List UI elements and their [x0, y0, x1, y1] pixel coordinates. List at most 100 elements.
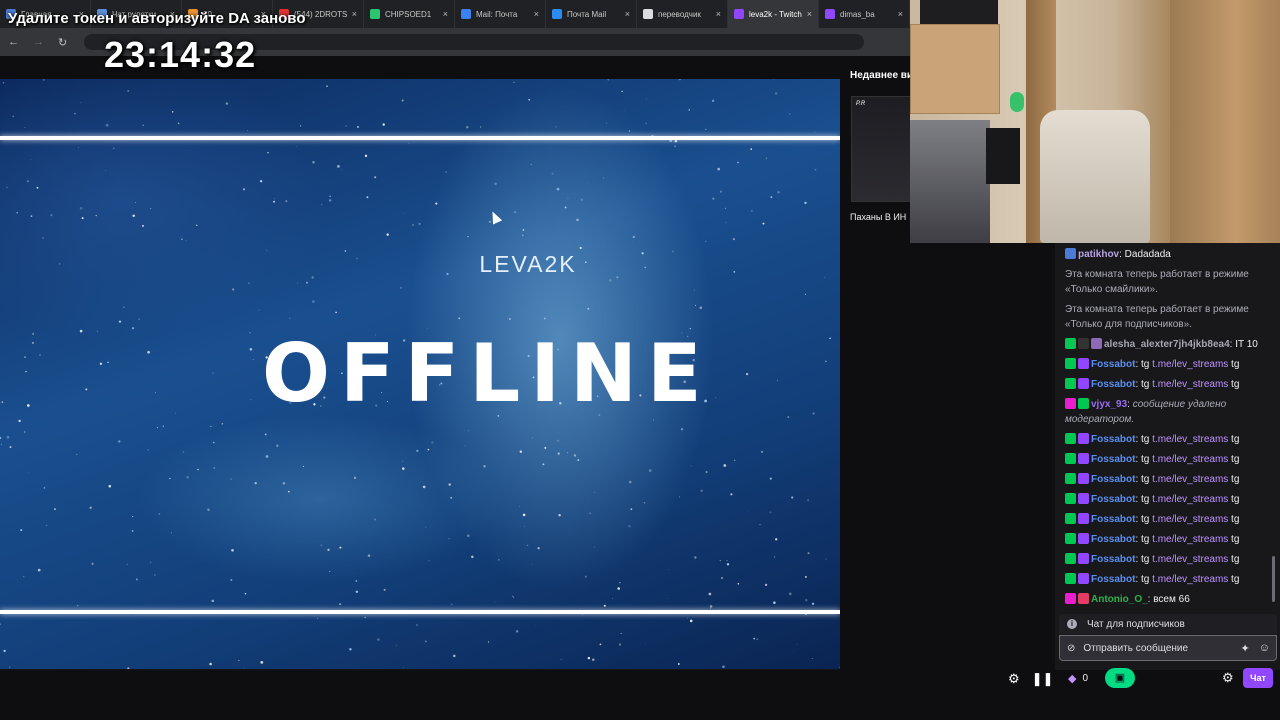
chat-username[interactable]: Fossabot — [1091, 514, 1135, 525]
tab-close-icon[interactable]: × — [352, 9, 357, 19]
chat-username[interactable]: Fossabot — [1091, 574, 1135, 585]
tab-title: CHIPSOED1 — [385, 9, 432, 19]
star — [645, 122, 647, 125]
chat-link[interactable]: t.me/lev_streams — [1152, 379, 1228, 390]
star — [712, 197, 715, 200]
star — [244, 592, 247, 595]
star — [530, 163, 532, 166]
chat-username[interactable]: Fossabot — [1091, 554, 1135, 565]
green-lamp — [1010, 92, 1024, 112]
tab-close-icon[interactable]: × — [443, 9, 448, 19]
star — [705, 240, 707, 242]
chat-badge-icon — [1078, 593, 1089, 604]
browser-tab[interactable]: Mail: Почта × — [455, 0, 546, 28]
tab-close-icon[interactable]: × — [807, 9, 812, 19]
chat-username[interactable]: patikhov — [1078, 249, 1119, 260]
chat-username[interactable]: Antonio_O_ — [1091, 594, 1148, 605]
subscriber-only-label: Чат для подписчиков — [1087, 618, 1185, 630]
star — [645, 98, 647, 100]
chat-badge-icon — [1078, 513, 1089, 524]
tab-close-icon[interactable]: × — [898, 9, 903, 19]
star — [383, 588, 386, 591]
star — [339, 603, 342, 606]
chat-link[interactable]: t.me/lev_streams — [1152, 359, 1228, 370]
tab-title: Mail: Почта — [476, 9, 518, 19]
chat-username[interactable]: Fossabot — [1091, 454, 1135, 465]
star — [296, 282, 299, 284]
star — [717, 167, 721, 171]
offline-player[interactable]: LEVA2K OFFLINE — [0, 79, 840, 671]
star — [131, 327, 135, 330]
chat-settings-icon[interactable]: ⚙ — [1222, 670, 1234, 686]
chat-username[interactable]: Fossabot — [1091, 494, 1135, 505]
star — [213, 467, 216, 469]
star — [537, 547, 540, 550]
chat-username[interactable]: Fossabot — [1091, 534, 1135, 545]
chat-link[interactable]: t.me/lev_streams — [1152, 514, 1228, 525]
back-arrow-icon[interactable]: ← — [8, 36, 19, 48]
star — [804, 575, 807, 578]
chat-link[interactable]: t.me/lev_streams — [1152, 554, 1228, 565]
star — [722, 665, 725, 669]
star — [2, 81, 5, 84]
recent-video-thumbnail[interactable]: P.R — [851, 96, 911, 202]
chat-link[interactable]: t.me/lev_streams — [1152, 434, 1228, 445]
star — [320, 544, 323, 547]
bits-icon[interactable]: ✦ — [1241, 642, 1250, 655]
star — [494, 601, 496, 603]
star — [543, 317, 546, 320]
star — [24, 431, 26, 433]
star — [28, 472, 30, 473]
star — [366, 196, 369, 199]
star — [355, 590, 359, 593]
offline-channel-name: LEVA2K — [479, 251, 577, 277]
chat-link[interactable]: t.me/lev_streams — [1152, 574, 1228, 585]
browser-tab[interactable]: leva2k - Twitch × — [728, 0, 819, 28]
chat-username[interactable]: Fossabot — [1091, 474, 1135, 485]
star — [185, 239, 187, 241]
tab-close-icon[interactable]: × — [716, 9, 721, 19]
star — [564, 206, 567, 209]
gear-icon[interactable]: ⚙ — [1008, 671, 1020, 687]
forward-arrow-icon[interactable]: → — [33, 36, 44, 48]
channel-points[interactable]: ◆ 0 — [1068, 672, 1088, 685]
browser-tab[interactable]: CHIPSOED1 × — [364, 0, 455, 28]
recent-video-title[interactable]: Паханы В ИН — [850, 212, 910, 222]
star — [395, 644, 397, 646]
chat-username[interactable]: vjyx_93 — [1091, 399, 1127, 410]
chat-username[interactable]: alesha_alexter7jh4jkb8ea4 — [1104, 339, 1230, 350]
tab-close-icon[interactable]: × — [625, 9, 630, 19]
star — [825, 360, 827, 362]
browser-tab[interactable]: переводчик × — [637, 0, 728, 28]
chat-username[interactable]: Fossabot — [1091, 434, 1135, 445]
browser-tab[interactable]: Почта Mail × — [546, 0, 637, 28]
chat-link[interactable]: t.me/lev_streams — [1152, 474, 1228, 485]
chat-input[interactable]: ⊘ Отправить сообщение ✦ ☺ — [1059, 635, 1277, 661]
star — [37, 568, 41, 572]
chat-send-button[interactable]: Чат — [1243, 668, 1273, 688]
star — [526, 544, 529, 546]
star — [587, 498, 588, 500]
pause-icon[interactable]: ❚❚ — [1032, 671, 1054, 687]
star — [149, 561, 152, 563]
chat-scrollbar[interactable] — [1272, 556, 1275, 602]
star — [345, 125, 347, 127]
claim-bonus-button[interactable]: ▣ — [1105, 668, 1135, 688]
browser-tab[interactable]: dimas_ba × — [819, 0, 910, 28]
tab-close-icon[interactable]: × — [534, 9, 539, 19]
star — [648, 469, 652, 472]
chat-message-list[interactable]: patikhov: Dadadada Эта комната теперь раб… — [1055, 243, 1273, 615]
chat-badge-icon — [1078, 453, 1089, 464]
star — [522, 513, 526, 517]
emote-icon[interactable]: ☺ — [1259, 642, 1270, 655]
chat-username[interactable]: Fossabot — [1091, 379, 1135, 390]
star — [9, 666, 11, 668]
pc-tower — [986, 128, 1020, 184]
star — [556, 187, 560, 191]
reload-icon[interactable]: ↻ — [58, 36, 67, 49]
chat-link[interactable]: t.me/lev_streams — [1152, 534, 1228, 545]
chat-badge-icon — [1078, 338, 1089, 349]
chat-link[interactable]: t.me/lev_streams — [1152, 494, 1228, 505]
chat-username[interactable]: Fossabot — [1091, 359, 1135, 370]
chat-link[interactable]: t.me/lev_streams — [1152, 454, 1228, 465]
